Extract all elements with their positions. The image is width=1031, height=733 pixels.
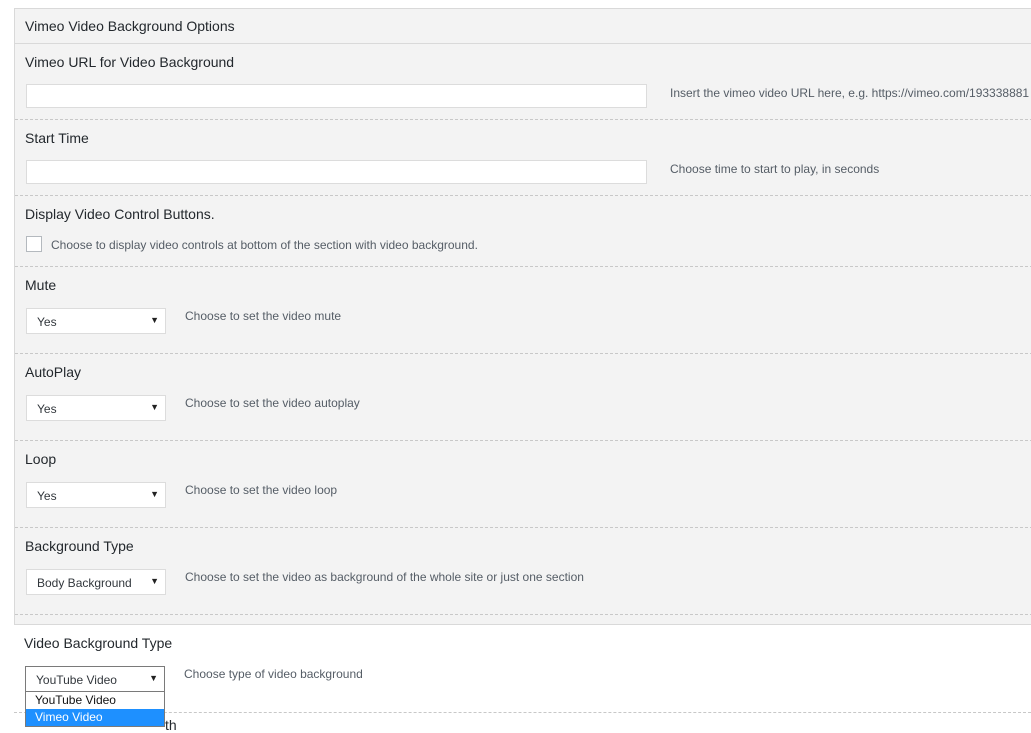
vimeo-url-description: Insert the vimeo video URL here, e.g. ht… (670, 86, 1030, 100)
section-mute: Mute Yes ▼ Choose to set the video mute (15, 267, 1031, 354)
mute-select-value: Yes (37, 315, 57, 329)
dropdown-option-vimeo[interactable]: Vimeo Video (26, 709, 164, 726)
dropdown-option-youtube[interactable]: YouTube Video (26, 692, 164, 709)
background-type-description: Choose to set the video as background of… (185, 570, 584, 584)
controls-description: Choose to display video controls at bott… (51, 238, 478, 252)
section-controls: Display Video Control Buttons. Choose to… (15, 196, 1031, 267)
background-type-select-value: Body Background (37, 576, 132, 590)
loop-select-value: Yes (37, 489, 57, 503)
video-background-type-select-value: YouTube Video (36, 673, 117, 687)
vimeo-url-label: Vimeo URL for Video Background (25, 54, 235, 70)
video-background-type-dropdown: YouTube Video Vimeo Video (25, 692, 165, 727)
vimeo-url-input[interactable] (26, 84, 647, 108)
section-autoplay: AutoPlay Yes ▼ Choose to set the video a… (15, 354, 1031, 441)
video-background-type-label: Video Background Type (24, 635, 173, 651)
section-background-type: Background Type Body Background ▼ Choose… (15, 528, 1031, 615)
controls-label: Display Video Control Buttons. (25, 206, 215, 222)
video-background-type-select[interactable]: YouTube Video ▼ (25, 666, 165, 692)
section-vimeo-url: Vimeo URL for Video Background Insert th… (15, 44, 1031, 120)
autoplay-select[interactable]: Yes ▼ (26, 395, 166, 421)
chevron-down-icon: ▼ (150, 576, 159, 586)
chevron-down-icon: ▼ (150, 315, 159, 325)
vimeo-options-panel: Vimeo Video Background Options Vimeo URL… (14, 8, 1031, 625)
section-start-time: Start Time Choose time to start to play,… (15, 120, 1031, 196)
autoplay-label: AutoPlay (25, 364, 82, 380)
panel-header: Vimeo Video Background Options (15, 9, 1031, 44)
start-time-input[interactable] (26, 160, 647, 184)
autoplay-description: Choose to set the video autoplay (185, 396, 360, 410)
background-type-label: Background Type (25, 538, 134, 554)
controls-checkbox[interactable] (26, 236, 42, 252)
video-background-type-description: Choose type of video background (184, 667, 363, 681)
mute-description: Choose to set the video mute (185, 309, 342, 323)
autoplay-select-value: Yes (37, 402, 57, 416)
mute-select[interactable]: Yes ▼ (26, 308, 166, 334)
section-loop: Loop Yes ▼ Choose to set the video loop (15, 441, 1031, 528)
next-field-label-partial: th (165, 717, 177, 733)
loop-description: Choose to set the video loop (185, 483, 338, 497)
chevron-down-icon: ▼ (150, 402, 159, 412)
section-divider (14, 712, 1031, 713)
chevron-down-icon: ▼ (150, 489, 159, 499)
mute-label: Mute (25, 277, 57, 293)
loop-select[interactable]: Yes ▼ (26, 482, 166, 508)
panel-title: Vimeo Video Background Options (25, 18, 235, 34)
background-type-select[interactable]: Body Background ▼ (26, 569, 166, 595)
start-time-description: Choose time to start to play, in seconds (670, 162, 880, 176)
chevron-down-icon: ▼ (149, 673, 158, 683)
loop-label: Loop (25, 451, 57, 467)
start-time-label: Start Time (25, 130, 89, 146)
